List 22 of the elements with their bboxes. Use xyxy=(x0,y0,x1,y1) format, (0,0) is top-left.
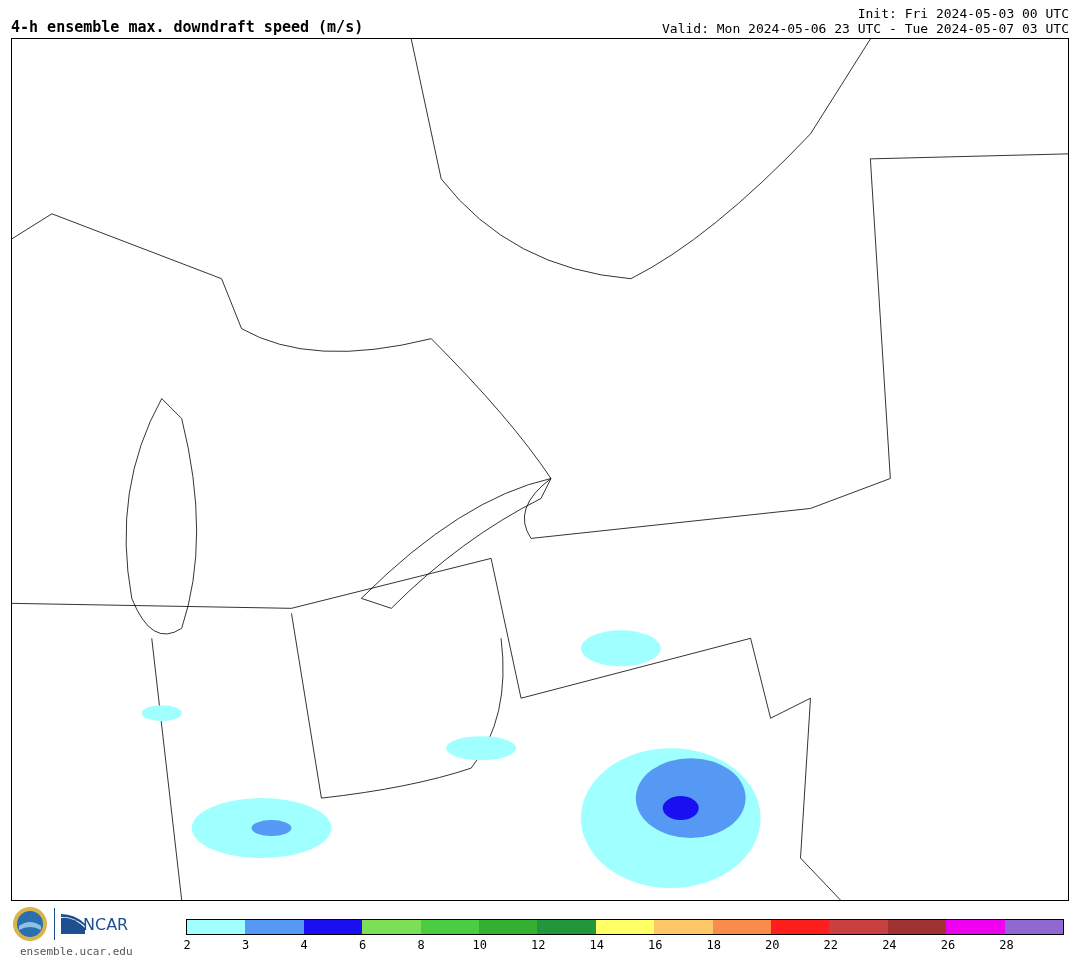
globe-logo-icon xyxy=(12,906,48,942)
logo-text: NCAR xyxy=(83,914,129,934)
valid-time: Valid: Mon 2024-05-06 23 UTC - Tue 2024-05-07 03 UTC xyxy=(662,21,1069,36)
scale-label: 26 xyxy=(940,938,956,952)
scale-label: 28 xyxy=(999,938,1014,952)
map-title: 4-h ensemble max. downdraft speed (m/s) xyxy=(11,18,364,36)
scale-label: 16 xyxy=(648,938,663,952)
init-time: Init: Fri 2024-05-03 00 UTC xyxy=(856,6,1069,21)
scale-label: 4 xyxy=(300,938,308,952)
scale-label: 3 xyxy=(241,938,250,952)
scale-label: 20 xyxy=(765,938,780,952)
scale-label: 8 xyxy=(417,938,425,952)
swoosh-logo-icon xyxy=(61,914,85,934)
scale-label: 2 xyxy=(183,938,191,952)
scale-label: 14 xyxy=(589,938,604,952)
scale-label: 18 xyxy=(706,938,721,952)
scale-label: 22 xyxy=(823,938,839,952)
scale-label: 6 xyxy=(359,938,367,952)
scale-label: 24 xyxy=(882,938,897,952)
scale-label: 12 xyxy=(530,938,546,952)
scale-label: 10 xyxy=(472,938,487,952)
site-url: ensemble.ucar.edu xyxy=(20,945,134,958)
